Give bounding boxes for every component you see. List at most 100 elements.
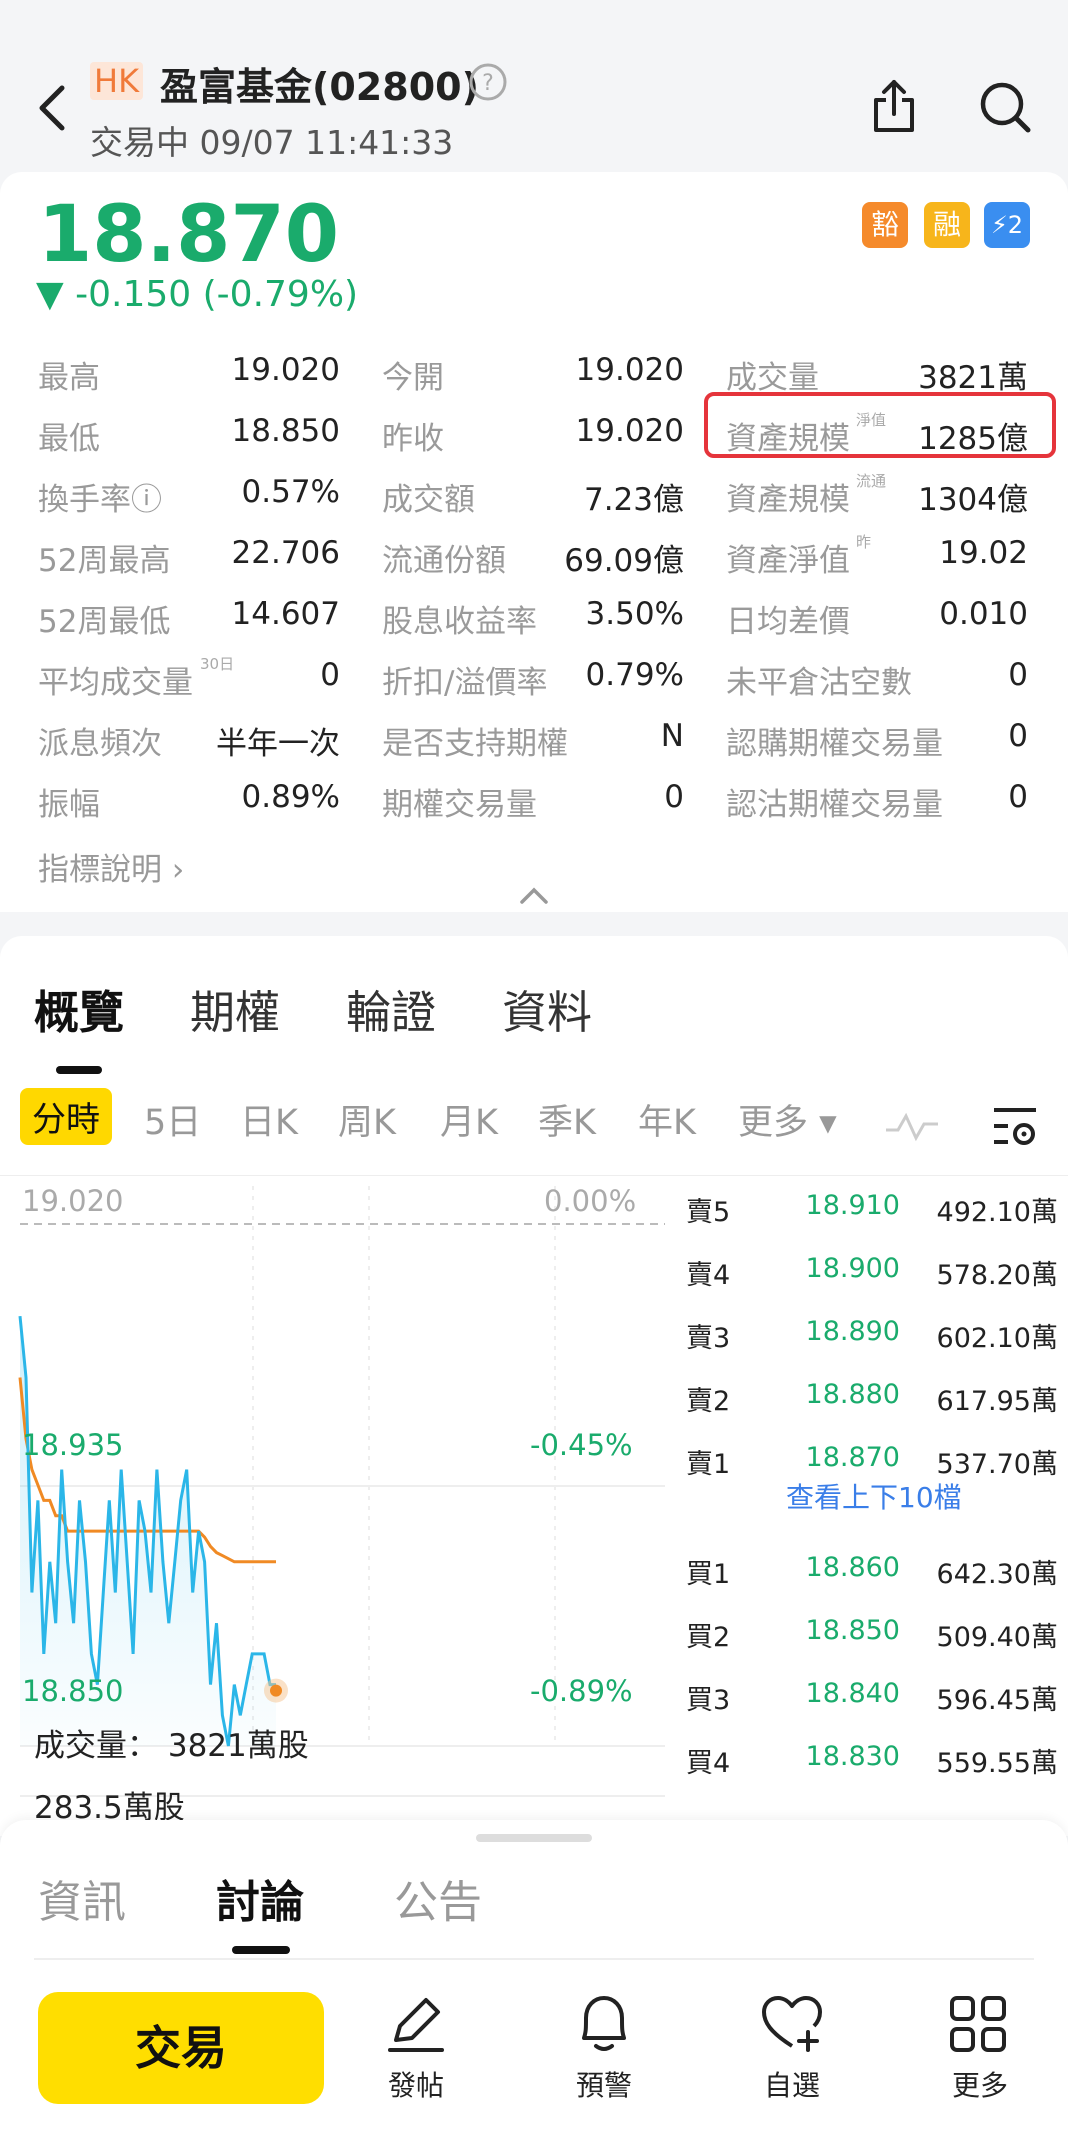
stat-value: 0 [1008, 718, 1028, 754]
stat-value: 19.02 [939, 535, 1028, 571]
stat-value: 0 [320, 657, 340, 693]
quote-card: 18.870 ▼ -0.150 (-0.79%) 豁 融 ⚡2 最高 19.020… [0, 172, 1068, 912]
axis-prev-close: 19.020 [22, 1184, 124, 1218]
content-tab-discussion[interactable]: 討論 [216, 1866, 304, 1930]
watchlist-label[interactable]: 自選 [764, 2064, 820, 2104]
tab-warrants[interactable]: 輪證 [346, 976, 436, 1041]
question-circle-icon[interactable]: ? [468, 62, 508, 102]
badge-level2: ⚡2 [984, 202, 1030, 248]
stat-value: 0.57% [241, 474, 340, 510]
stat-value: 22.706 [231, 535, 340, 571]
sheet-drag-handle[interactable] [476, 1834, 592, 1842]
orderbook-price: 18.910 [805, 1190, 900, 1221]
period-tab-month[interactable]: 月K [440, 1094, 498, 1145]
stat-value: 7.23億 [583, 482, 684, 518]
stat-value: 3.50% [585, 596, 684, 632]
heart-plus-icon[interactable] [760, 1994, 824, 2054]
grid-icon[interactable] [948, 1994, 1008, 2054]
axis-low-price: 18.850 [22, 1674, 124, 1708]
stat-value: 1304億 [918, 482, 1028, 518]
stat-label: 成交額 [382, 482, 475, 518]
period-tab-week[interactable]: 周K [338, 1094, 396, 1145]
orderbook-level-label: 買2 [686, 1622, 731, 1653]
stat-value: 19.020 [575, 413, 684, 449]
post-label[interactable]: 發帖 [388, 2064, 444, 2104]
stat-value: 14.607 [231, 596, 340, 632]
stat-label: 振幅 [38, 787, 100, 823]
volume-label: 成交量： 3821萬股 [34, 1728, 309, 1764]
orderbook-price: 18.860 [805, 1552, 900, 1583]
orderbook-level-label: 賣4 [686, 1260, 731, 1291]
orderbook-price: 18.830 [805, 1741, 900, 1772]
tab-overview[interactable]: 概覽 [34, 976, 124, 1041]
orderbook-price: 18.900 [805, 1253, 900, 1284]
period-tab-more[interactable]: 更多 ▾ [738, 1094, 837, 1145]
search-icon[interactable] [978, 80, 1032, 134]
main-tabs: 概覽 期權 輪證 資料 [0, 936, 1068, 1076]
orderbook-volume: 578.20萬 [936, 1260, 1058, 1291]
stat-value: 半年一次 [216, 726, 340, 762]
stat-label: 今開 [382, 360, 444, 396]
stat-label: 昨收 [382, 421, 444, 457]
content-tab-announcements[interactable]: 公告 [394, 1866, 482, 1930]
period-tab-quarter[interactable]: 季K [538, 1094, 596, 1145]
orderbook-volume: 642.30萬 [936, 1559, 1058, 1590]
chart-panel: 分時 5日 日K 周K 月K 季K 年K 更多 ▾ 19.020 0.00% 1… [0, 1076, 1068, 1836]
period-tab-intraday[interactable]: 分時 [20, 1088, 112, 1145]
orderbook-volume: 559.55萬 [936, 1748, 1058, 1779]
stat-value: 69.09億 [564, 543, 684, 579]
content-tab-news[interactable]: 資訊 [38, 1866, 126, 1930]
trading-status: 交易中 09/07 11:41:33 [90, 123, 454, 162]
indicator-link[interactable]: 指標說明 › [38, 844, 184, 889]
orderbook-volume: 509.40萬 [936, 1622, 1058, 1653]
orderbook-level-label: 賣1 [686, 1449, 731, 1480]
period-tabs: 分時 5日 日K 周K 月K 季K 年K 更多 ▾ [0, 1076, 1068, 1176]
orderbook-level-label: 賣2 [686, 1386, 731, 1417]
chevron-up-icon[interactable] [518, 884, 550, 906]
orderbook-volume: 596.45萬 [936, 1685, 1058, 1716]
orderbook-price: 18.840 [805, 1678, 900, 1709]
header-bar: HK 盈富基金(02800) ? 交易中 09/07 11:41:33 [0, 0, 1068, 170]
share-icon[interactable] [868, 78, 920, 134]
axis-pct-low: -0.89% [530, 1674, 633, 1708]
price-change: ▼ -0.150 (-0.79%) [36, 274, 359, 315]
bell-icon[interactable] [574, 1992, 634, 2056]
stat-value: 0.89% [241, 779, 340, 815]
axis-pct-top: 0.00% [544, 1184, 637, 1218]
stat-value: 0 [664, 779, 684, 815]
tab-active-indicator [56, 1066, 102, 1074]
stat-value: 0.010 [939, 596, 1028, 632]
tab-options[interactable]: 期權 [190, 976, 280, 1041]
content-tabs-sheet: 資訊 討論 公告 [0, 1820, 1068, 1980]
bottom-bar: 交易 發帖 預警 自選 更多 [0, 1960, 1068, 2131]
orderbook-level-label: 買3 [686, 1685, 731, 1716]
orderbook-volume: 602.10萬 [936, 1323, 1058, 1354]
orderbook-price: 18.890 [805, 1316, 900, 1347]
pen-icon[interactable] [386, 1994, 446, 2054]
badge-margin: 融 [924, 202, 970, 248]
market-tag: HK [90, 62, 144, 100]
view-10-levels-link[interactable]: 查看上下10檔 [786, 1476, 962, 1516]
last-price: 18.870 [38, 190, 339, 280]
chart-settings-icon[interactable] [990, 1104, 1040, 1148]
orderbook-level-label: 賣5 [686, 1197, 731, 1228]
axis-mid-price: 18.935 [22, 1428, 124, 1462]
stat-label: 最低 [38, 421, 100, 457]
axis-pct-mid: -0.45% [530, 1428, 633, 1462]
trade-button[interactable]: 交易 [38, 1992, 324, 2104]
chevron-left-icon[interactable] [32, 82, 72, 134]
stat-label: 成交量 [726, 360, 819, 396]
alert-label[interactable]: 預警 [576, 2064, 632, 2104]
period-tab-5d[interactable]: 5日 [144, 1094, 201, 1145]
tab-info[interactable]: 資料 [502, 976, 592, 1041]
orderbook-level-label: 買4 [686, 1748, 731, 1779]
badge-short-sell: 豁 [862, 202, 908, 248]
stock-title: 盈富基金(02800) [160, 65, 479, 109]
last-price-dot [270, 1684, 282, 1697]
orderbook-price: 18.850 [805, 1615, 900, 1646]
period-tab-year[interactable]: 年K [638, 1094, 696, 1145]
content-tab-active-indicator [232, 1946, 290, 1954]
period-tab-day[interactable]: 日K [240, 1094, 298, 1145]
more-label[interactable]: 更多 [952, 2064, 1008, 2104]
indicator-wave-icon[interactable] [884, 1110, 940, 1142]
